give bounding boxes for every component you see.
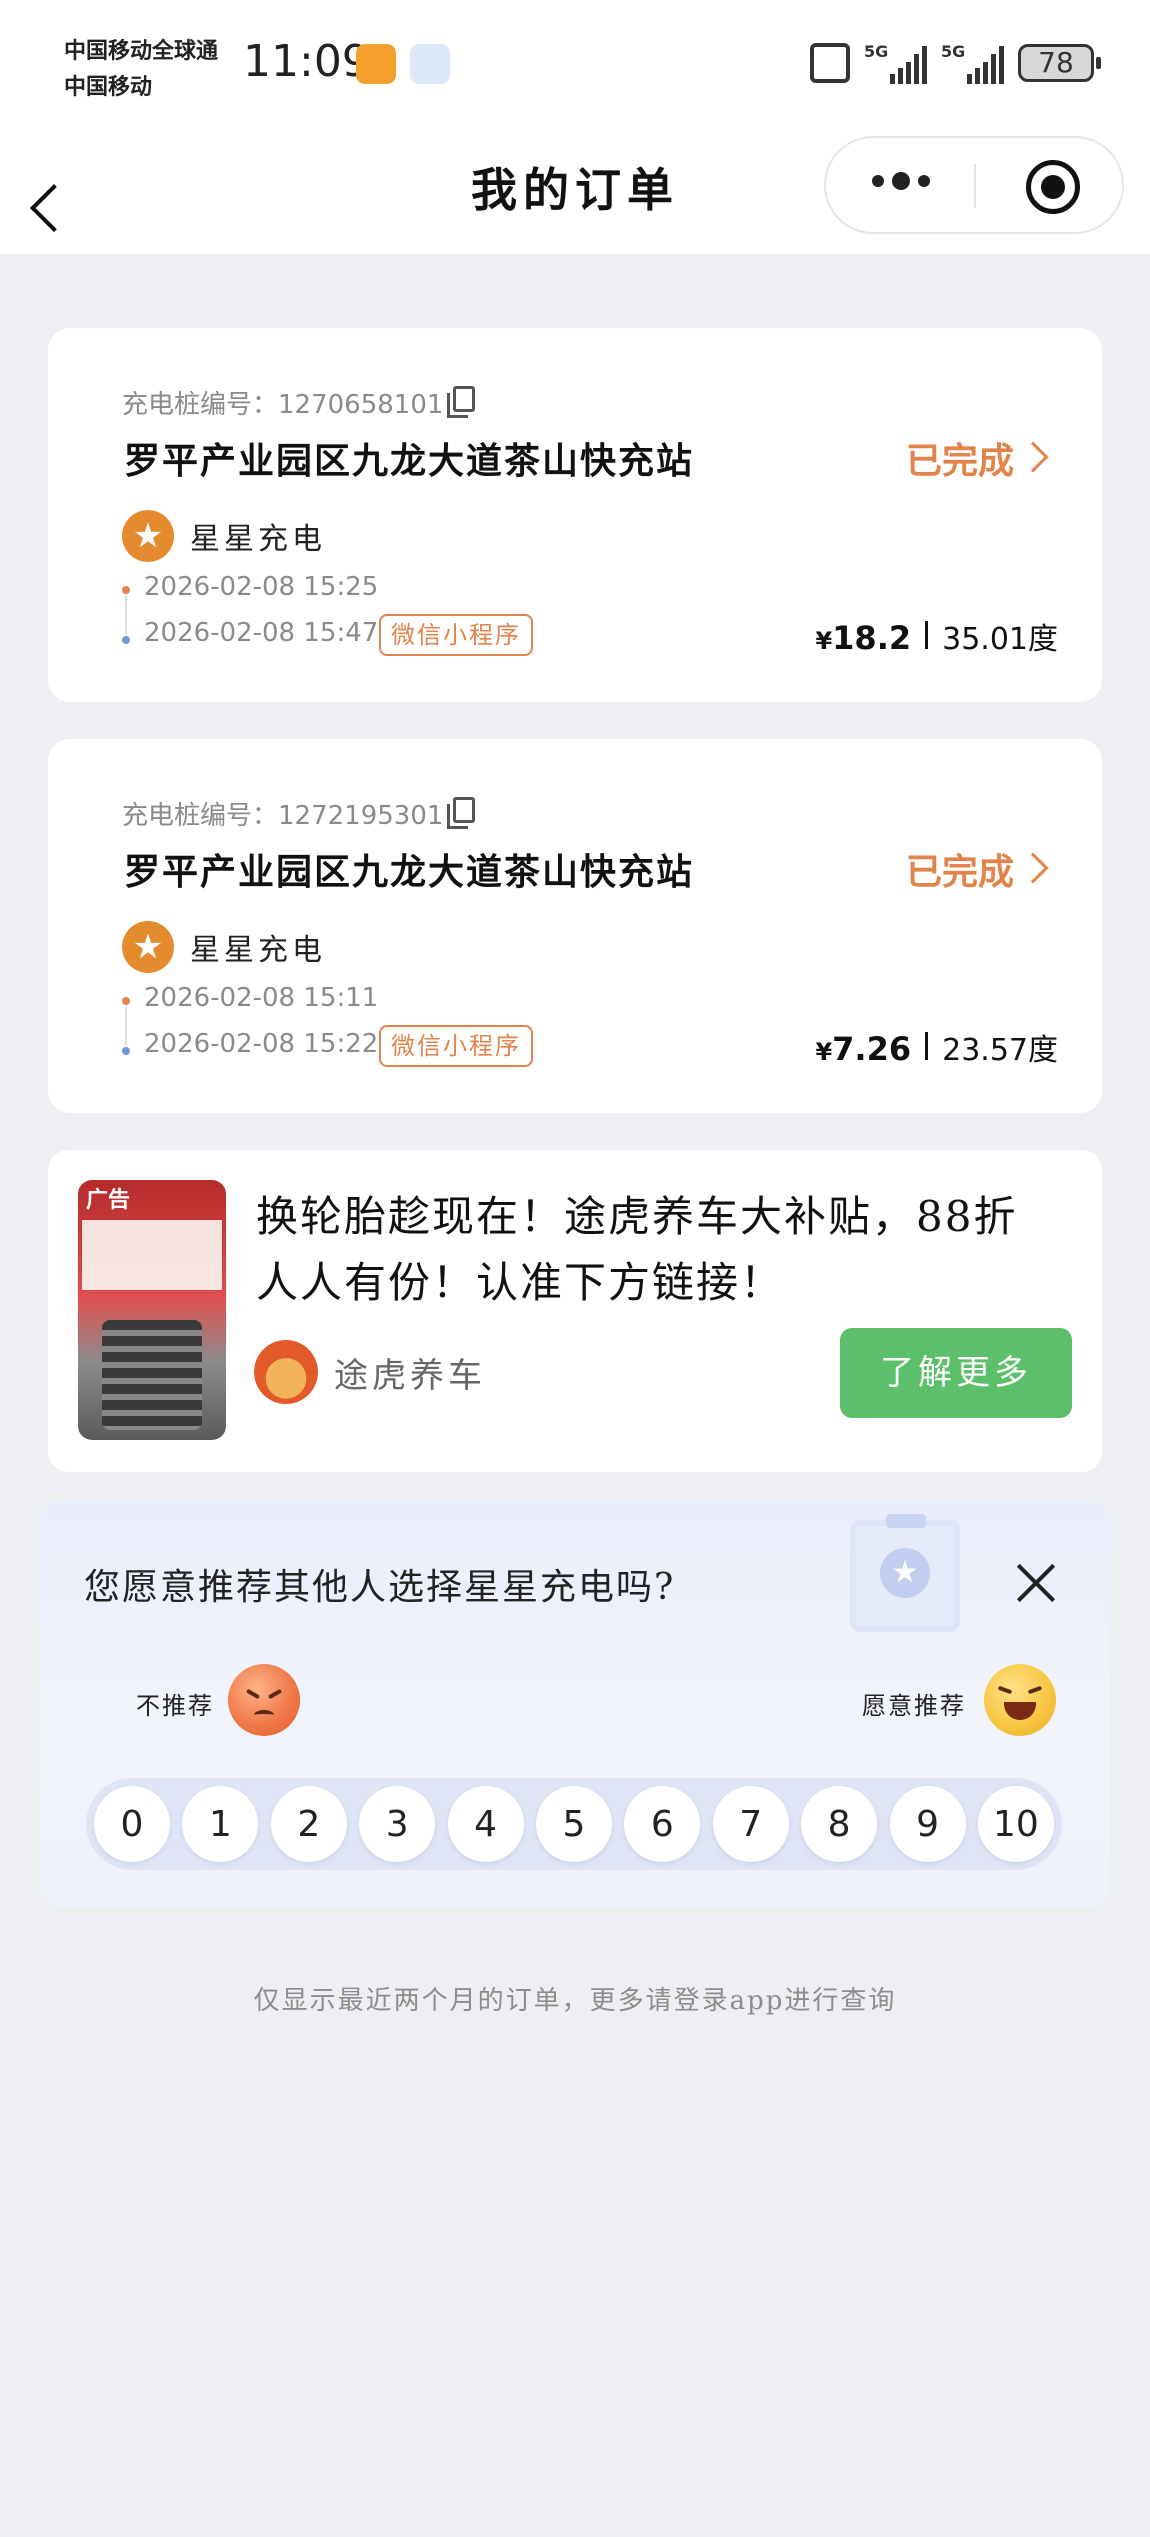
happy-face-icon xyxy=(984,1664,1056,1736)
heart-app-icon xyxy=(356,44,396,84)
close-mini-program-icon[interactable] xyxy=(1026,160,1080,214)
ad-thumb-sign xyxy=(82,1220,222,1290)
order-status[interactable]: 已完成 xyxy=(906,843,1014,895)
more-options-icon[interactable] xyxy=(872,172,930,190)
end-time: 2026-02-08 15:47 xyxy=(144,618,379,648)
start-dot xyxy=(122,586,130,594)
score-option-0[interactable]: 0 xyxy=(94,1786,170,1862)
currency: ¥ xyxy=(815,627,833,655)
mini-program-capsule xyxy=(824,136,1124,234)
capsule-divider xyxy=(974,164,976,208)
amount-divider xyxy=(925,621,929,649)
pile-number: 1272195301 xyxy=(278,801,444,831)
pile-number-row: 充电桩编号：1272195301 xyxy=(122,795,443,832)
ad-headline: 换轮胎趁现在！途虎养车大补贴，88折人人有份！认准下方链接！ xyxy=(256,1192,1018,1307)
signal-icon-2: 5G xyxy=(941,42,1004,84)
order-status[interactable]: 已完成 xyxy=(906,432,1014,484)
end-time: 2026-02-08 15:22 xyxy=(144,1029,379,1059)
ad-card[interactable]: 广告 换轮胎趁现在！途虎养车大补贴，88折人人有份！认准下方链接！ 途虎养车 了… xyxy=(48,1150,1102,1472)
cloud-app-icon xyxy=(410,44,450,84)
score-scale: 0 1 2 3 4 5 6 7 8 9 10 xyxy=(86,1778,1062,1870)
signal-icon-1: 5G xyxy=(864,42,927,84)
ad-thumbnail[interactable] xyxy=(78,1180,226,1440)
battery-icon: 78 xyxy=(1018,44,1101,82)
score-option-7[interactable]: 7 xyxy=(712,1786,789,1862)
operator-name: 星星充电 xyxy=(190,522,326,557)
amount-divider xyxy=(925,1032,929,1060)
score-option-2[interactable]: 2 xyxy=(270,1786,347,1862)
close-icon[interactable] xyxy=(1014,1560,1058,1604)
timeline-line xyxy=(125,596,127,634)
status-time: 11:09 xyxy=(243,36,370,87)
station-name: 罗平产业园区九龙大道茶山快充站 xyxy=(124,440,695,482)
amount-value: 7.26 xyxy=(832,1030,912,1068)
start-time: 2026-02-08 15:11 xyxy=(144,983,379,1013)
order-card[interactable]: 充电桩编号：1270658101 罗平产业园区九龙大道茶山快充站 已完成 星星充… xyxy=(48,328,1102,702)
advertiser-avatar xyxy=(254,1340,318,1404)
channel-badge: 微信小程序 xyxy=(379,614,533,656)
end-dot xyxy=(122,636,130,644)
order-card[interactable]: 充电桩编号：1272195301 罗平产业园区九龙大道茶山快充站 已完成 星星充… xyxy=(48,739,1102,1113)
top-bar: 中国移动全球通 中国移动 11:09 5G 5G 78 我的订单 xyxy=(0,0,1150,254)
pile-label: 充电桩编号： xyxy=(122,390,279,420)
network-label-2: 5G xyxy=(941,42,966,61)
chevron-right-icon[interactable] xyxy=(1017,852,1049,884)
start-dot xyxy=(122,997,130,1005)
amount-value: 18.2 xyxy=(832,619,912,657)
survey-question: 您愿意推荐其他人选择星星充电吗? xyxy=(84,1567,676,1608)
copy-icon[interactable] xyxy=(447,797,475,829)
order-amount: ¥ 7.26 23.57度 xyxy=(815,1025,1058,1069)
nps-survey: 您愿意推荐其他人选择星星充电吗? 不推荐 愿意推荐 0 1 2 3 4 5 6 … xyxy=(40,1500,1110,1908)
score-option-8[interactable]: 8 xyxy=(801,1786,878,1862)
pile-number: 1270658101 xyxy=(278,390,444,420)
footer-note: 仅显示最近两个月的订单，更多请登录app进行查询 xyxy=(253,1986,897,2016)
score-option-6[interactable]: 6 xyxy=(624,1786,701,1862)
timeline-line xyxy=(125,1007,127,1045)
carrier-info: 中国移动全球通 中国移动 xyxy=(64,34,218,106)
operator-name: 星星充电 xyxy=(190,933,326,968)
score-option-9[interactable]: 9 xyxy=(889,1786,966,1862)
end-dot xyxy=(122,1047,130,1055)
energy-value: 23.57度 xyxy=(942,1033,1058,1068)
pile-label: 充电桩编号： xyxy=(122,801,279,831)
recommend-label: 愿意推荐 xyxy=(862,1692,966,1720)
operator-logo-icon xyxy=(122,510,174,562)
score-option-10[interactable]: 10 xyxy=(977,1786,1054,1862)
channel-badge: 微信小程序 xyxy=(379,1025,533,1067)
ad-thumb-tires xyxy=(102,1320,202,1430)
score-option-4[interactable]: 4 xyxy=(447,1786,524,1862)
order-amount: ¥ 18.2 35.01度 xyxy=(815,614,1058,658)
angry-face-icon xyxy=(228,1664,300,1736)
learn-more-button[interactable]: 了解更多 xyxy=(840,1328,1072,1418)
start-time: 2026-02-08 15:25 xyxy=(144,572,379,602)
advertiser-name: 途虎养车 xyxy=(334,1356,486,1396)
copy-icon[interactable] xyxy=(447,386,475,418)
ad-tag: 广告 xyxy=(86,1188,131,1213)
currency: ¥ xyxy=(815,1038,833,1066)
carrier-2: 中国移动 xyxy=(64,75,153,100)
not-recommend-label: 不推荐 xyxy=(136,1692,214,1720)
score-option-1[interactable]: 1 xyxy=(182,1786,259,1862)
score-option-3[interactable]: 3 xyxy=(359,1786,436,1862)
status-icons: 5G 5G 78 xyxy=(810,42,1101,84)
vibrate-icon xyxy=(810,43,850,83)
operator-logo-icon xyxy=(122,921,174,973)
score-option-5[interactable]: 5 xyxy=(535,1786,612,1862)
clipboard-star-icon xyxy=(850,1514,960,1632)
station-name: 罗平产业园区九龙大道茶山快充站 xyxy=(124,851,695,893)
energy-value: 35.01度 xyxy=(942,622,1058,657)
network-label-1: 5G xyxy=(864,42,889,61)
pile-number-row: 充电桩编号：1270658101 xyxy=(122,384,443,421)
chevron-right-icon[interactable] xyxy=(1017,441,1049,473)
carrier-1: 中国移动全球通 xyxy=(64,39,219,64)
